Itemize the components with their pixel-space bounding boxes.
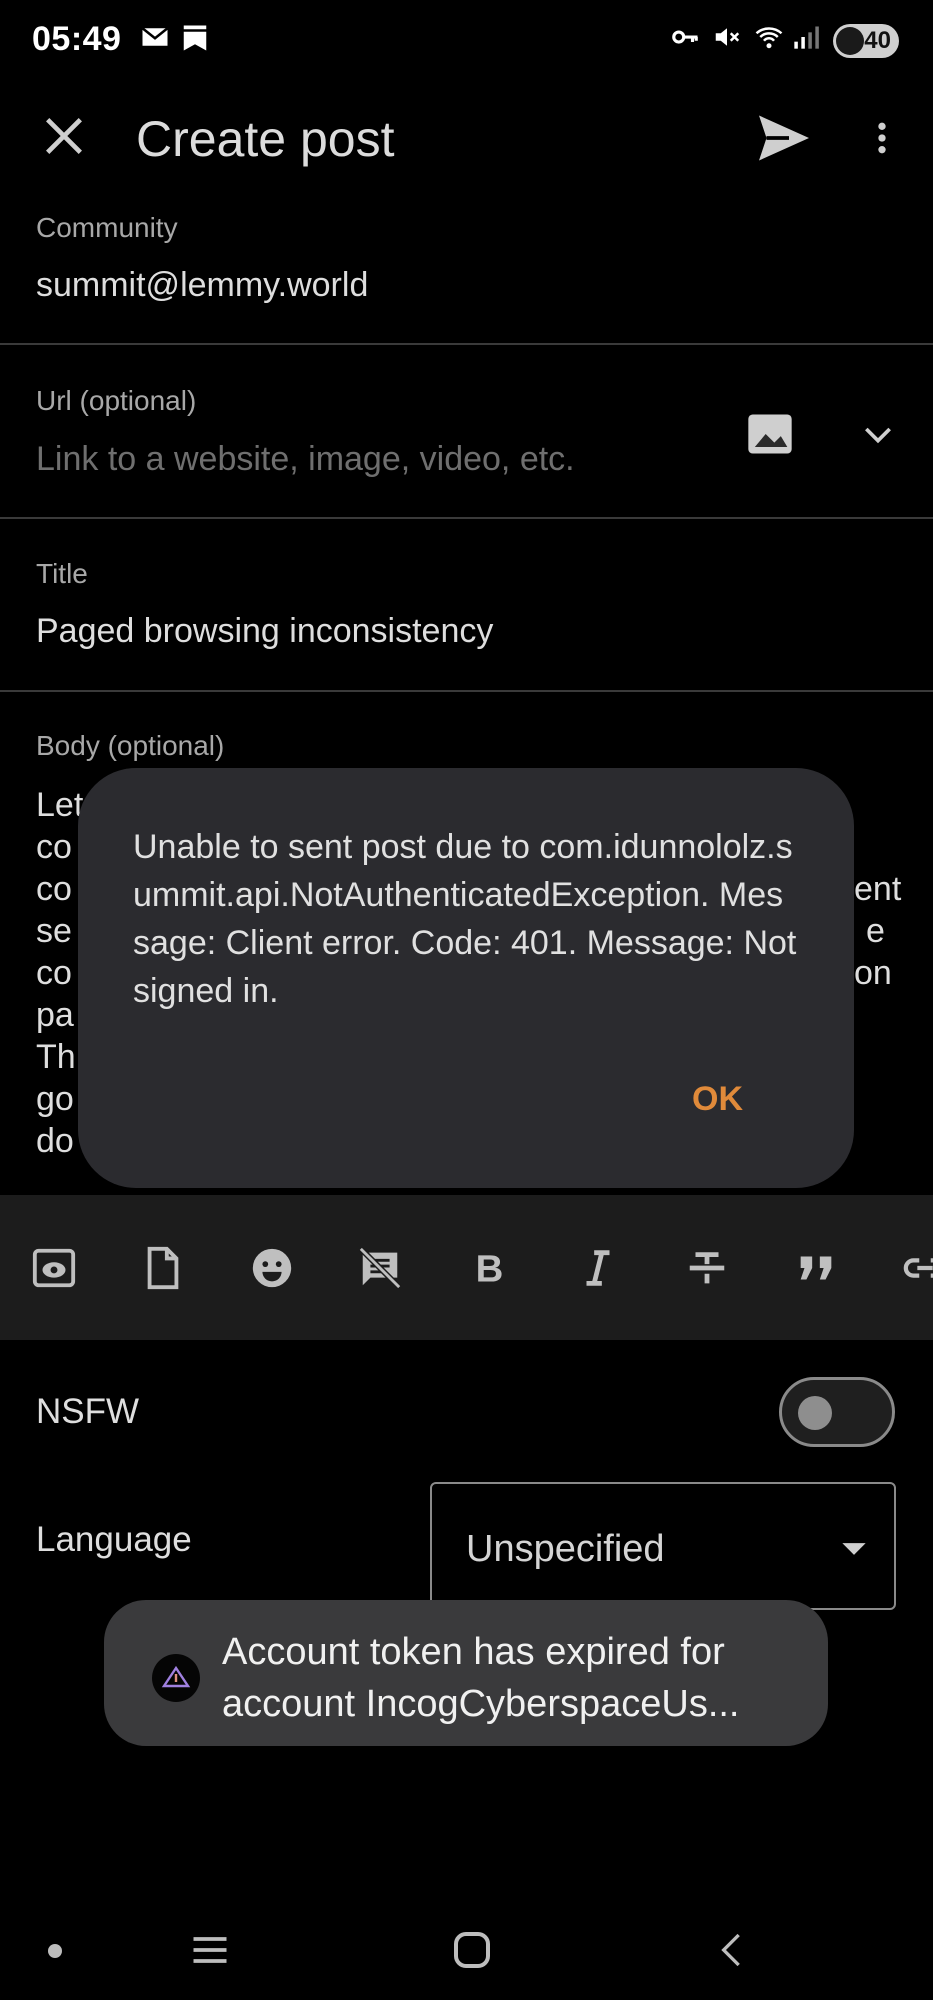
body-field[interactable]: Let co co se co pa Th go do — [36, 784, 83, 1162]
title-field[interactable]: Paged browsing inconsistency — [36, 612, 493, 651]
divider — [0, 343, 933, 345]
battery-level: 40 — [864, 27, 891, 54]
preview-icon[interactable] — [31, 1245, 77, 1291]
divider — [0, 690, 933, 692]
quote-icon[interactable] — [793, 1245, 839, 1291]
nav-dot-icon — [48, 1944, 62, 1958]
language-select[interactable]: Unspecified — [430, 1482, 896, 1610]
url-label: Url (optional) — [36, 385, 197, 416]
hide-comment-icon[interactable] — [357, 1245, 403, 1291]
strikethrough-icon[interactable] — [684, 1245, 730, 1291]
signal-icon — [794, 26, 819, 49]
link-icon[interactable] — [902, 1245, 933, 1291]
wifi-icon — [755, 27, 783, 49]
body-line: co — [36, 828, 72, 866]
body-line: on — [854, 954, 892, 992]
body-label: Body (optional) — [36, 730, 225, 761]
app-logo-icon — [161, 1665, 191, 1688]
ok-button[interactable]: OK — [692, 1080, 743, 1119]
body-line: se — [36, 912, 72, 950]
nsfw-toggle[interactable] — [779, 1377, 895, 1447]
community-field[interactable]: summit@lemmy.world — [36, 266, 368, 305]
formatting-toolbar: B — [0, 1195, 933, 1340]
community-label: Community — [36, 212, 178, 243]
bold-icon[interactable]: B — [466, 1245, 512, 1291]
back-icon[interactable] — [712, 1926, 752, 1974]
body-line: go — [36, 1080, 74, 1118]
italic-icon[interactable] — [575, 1245, 621, 1291]
body-line: co — [36, 954, 72, 992]
recents-icon[interactable] — [188, 1928, 232, 1972]
mail-icon — [141, 27, 169, 46]
dialog-message: Unable to sent post due to com.idunnolol… — [133, 828, 797, 1010]
body-line: Let — [36, 786, 84, 824]
navigation-bar — [0, 1900, 933, 2000]
file-icon[interactable] — [140, 1245, 186, 1291]
home-icon[interactable] — [448, 1926, 496, 1974]
page-title: Create post — [136, 111, 395, 167]
dropdown-arrow-icon — [842, 1543, 866, 1555]
chevron-down-icon[interactable] — [858, 414, 898, 454]
body-line: e — [866, 912, 885, 950]
snackbar: Account token has expired for account In… — [104, 1600, 828, 1746]
language-value: Unspecified — [466, 1528, 665, 1570]
more-vert-icon[interactable] — [862, 108, 902, 168]
battery-icon: 40 — [833, 24, 899, 58]
emoji-icon[interactable] — [249, 1245, 295, 1291]
url-field[interactable]: Link to a website, image, video, etc. — [36, 440, 575, 479]
send-icon[interactable] — [752, 108, 816, 168]
toggle-knob — [798, 1396, 832, 1430]
language-label: Language — [36, 1520, 192, 1559]
divider — [0, 517, 933, 519]
svg-text:B: B — [476, 1247, 504, 1290]
status-time: 05:49 — [32, 20, 122, 58]
body-line: do — [36, 1122, 74, 1160]
body-line: pa — [36, 996, 74, 1034]
vpn-key-icon — [672, 30, 698, 44]
status-bar: 05:49 40 — [0, 0, 933, 80]
title-label: Title — [36, 558, 88, 589]
body-line: co — [36, 870, 72, 908]
account-avatar-icon — [152, 1654, 200, 1702]
app-bar: Create post — [0, 80, 933, 200]
error-dialog: Unable to sent post due to com.idunnolol… — [78, 768, 854, 1188]
bookmark-stack-icon — [183, 25, 207, 51]
body-line: Th — [36, 1038, 76, 1076]
nsfw-label: NSFW — [36, 1392, 140, 1431]
mute-icon — [715, 28, 740, 46]
snackbar-message: Account token has expired for account In… — [222, 1631, 740, 1725]
body-line: ent — [854, 870, 902, 908]
image-icon[interactable] — [744, 408, 796, 460]
close-icon[interactable] — [36, 108, 92, 164]
